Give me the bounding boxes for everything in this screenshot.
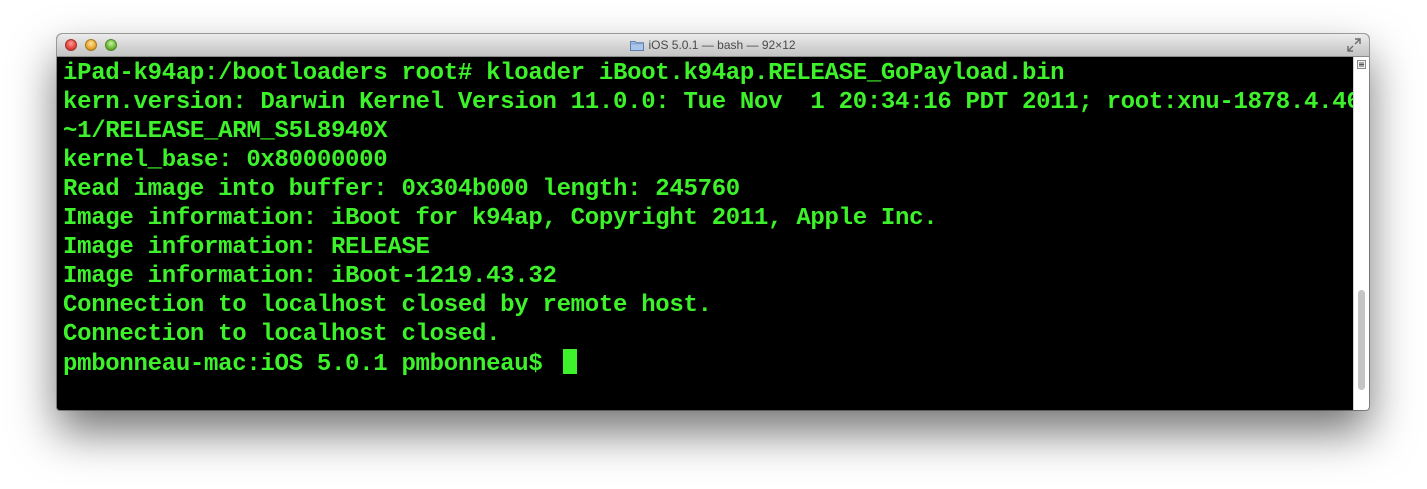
- terminal-line: Read image into buffer: 0x304b000 length…: [63, 176, 740, 203]
- title-bar[interactable]: iOS 5.0.1 — bash — 92×12: [57, 34, 1369, 57]
- terminal-output[interactable]: iPad-k94ap:/bootloaders root# kloader iB…: [57, 57, 1361, 410]
- terminal-line: Connection to localhost closed.: [63, 321, 501, 348]
- terminal-line: kern.version: Darwin Kernel Version 11.0…: [63, 89, 1361, 116]
- scrollbar-menu-icon[interactable]: [1357, 60, 1366, 69]
- prompt-line[interactable]: pmbonneau-mac:iOS 5.0.1 pmbonneau$: [63, 349, 577, 379]
- terminal-line: kernel_base: 0x80000000: [63, 147, 388, 174]
- terminal-line: Image information: iBoot for k94ap, Copy…: [63, 205, 938, 232]
- terminal-window: iOS 5.0.1 — bash — 92×12 iPad-k94ap:/boo…: [57, 34, 1369, 410]
- terminal-line: iPad-k94ap:/bootloaders root# kloader iB…: [63, 60, 1065, 87]
- window-title: iOS 5.0.1 — bash — 92×12: [648, 38, 796, 52]
- text-cursor: [562, 349, 577, 374]
- vertical-scrollbar[interactable]: [1353, 57, 1369, 410]
- shell-prompt: pmbonneau-mac:iOS 5.0.1 pmbonneau$: [63, 351, 557, 378]
- fullscreen-icon[interactable]: [1347, 38, 1361, 52]
- scrollbar-thumb[interactable]: [1358, 290, 1365, 390]
- terminal-line: Image information: iBoot-1219.43.32: [63, 263, 557, 290]
- window-title-container: iOS 5.0.1 — bash — 92×12: [57, 37, 1369, 53]
- terminal-line: Connection to localhost closed by remote…: [63, 292, 712, 319]
- terminal-line: ~1/RELEASE_ARM_S5L8940X: [63, 118, 388, 145]
- terminal-line: Image information: RELEASE: [63, 234, 430, 261]
- folder-icon: [630, 41, 645, 51]
